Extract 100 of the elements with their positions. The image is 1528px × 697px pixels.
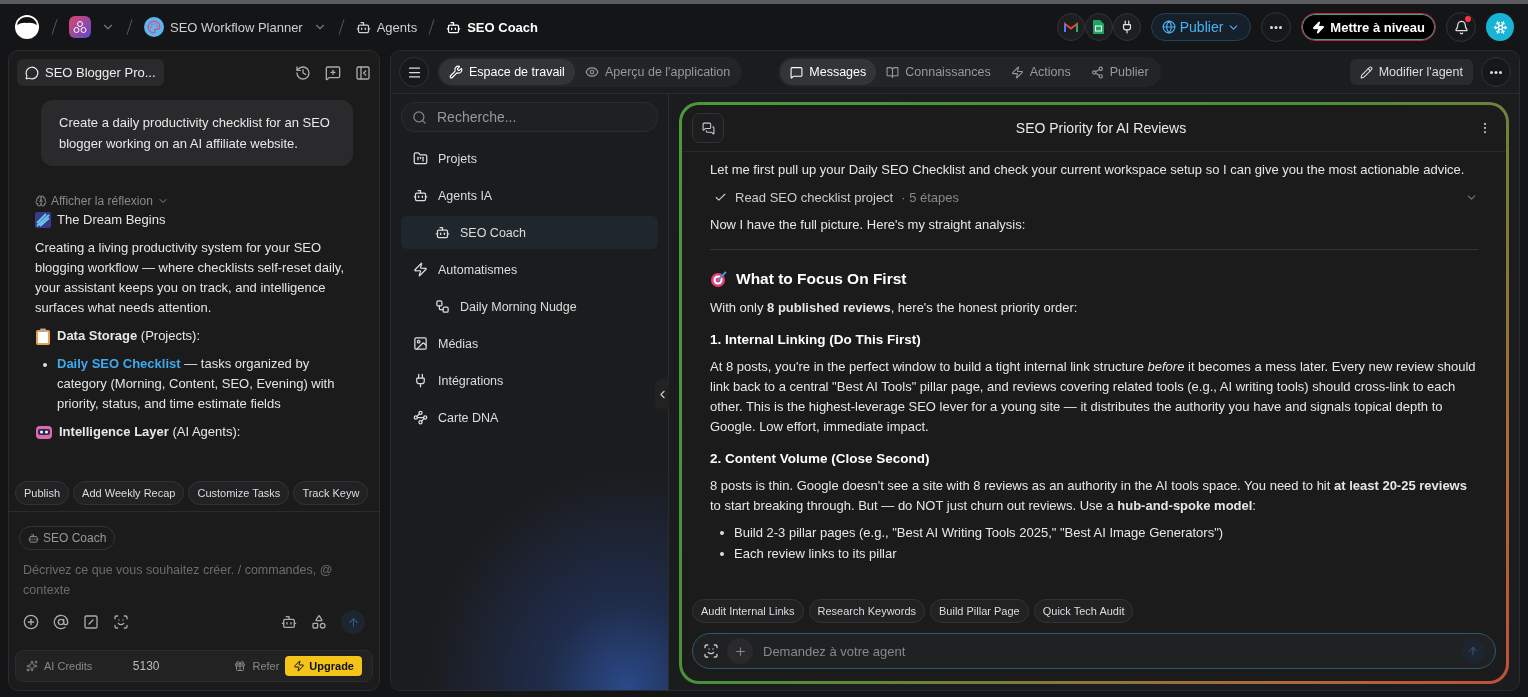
suggestion-chip[interactable]: Audit Internal Links xyxy=(692,599,804,623)
search-icon xyxy=(412,109,427,125)
new-chat-icon[interactable] xyxy=(325,64,341,81)
upgrade-button[interactable]: Mettre à niveau xyxy=(1301,13,1436,41)
book-icon xyxy=(886,65,900,79)
suggestion-chip[interactable]: Add Weekly Recap xyxy=(73,481,185,505)
bullet-dot xyxy=(43,363,47,367)
mention-icon[interactable] xyxy=(53,614,69,630)
conversations-button[interactable] xyxy=(692,113,724,143)
command-icon[interactable] xyxy=(83,614,99,630)
more-button[interactable] xyxy=(1481,57,1511,87)
plus-icon xyxy=(733,644,747,658)
nav-item[interactable]: Projets xyxy=(401,142,658,175)
nav-item[interactable]: Automatismes xyxy=(401,253,658,286)
notifications-button[interactable] xyxy=(1446,12,1476,42)
message-paragraph: With only 8 published reviews, here's the honest priority order: xyxy=(710,299,1079,317)
thinking-toggle[interactable]: Afficher la réflexion xyxy=(35,194,353,208)
composer-bar[interactable]: Demandez à votre agent xyxy=(692,633,1496,669)
view-tab[interactable]: Actions xyxy=(1000,59,1081,85)
more-icon xyxy=(1270,25,1283,29)
search-bar[interactable]: Recherche... xyxy=(401,102,658,132)
suggestion-chip[interactable]: Publish xyxy=(15,481,70,505)
lightning-icon xyxy=(1312,20,1326,34)
suggestion-chip[interactable]: Quick Tech Audit xyxy=(1033,599,1134,623)
message-field[interactable]: Demandez à votre agent xyxy=(761,642,1453,660)
image-icon xyxy=(413,336,428,351)
eye-icon xyxy=(584,65,599,79)
chat-title: SEO Priority for AI Reviews xyxy=(1014,120,1188,136)
collapse-button[interactable] xyxy=(655,379,669,409)
nav-item[interactable]: Médias xyxy=(401,327,658,360)
breadcrumb[interactable]: Agents xyxy=(355,19,418,35)
bullet-text: Daily SEO Checklist — tasks organized by category (Morning, Content, SEO, Evening) with priority, status, and time estimate fields xyxy=(57,355,336,413)
scan-icon[interactable] xyxy=(703,643,719,659)
logo-icon[interactable] xyxy=(14,14,40,40)
prompt-field[interactable]: Décrivez ce que vous souhaitez créer. / commandes, @ contexte xyxy=(19,560,369,600)
nav-item[interactable]: SEO Coach xyxy=(401,216,658,249)
checklist-link[interactable]: Daily SEO Checklist xyxy=(57,356,181,371)
suggestion-chip[interactable]: Track Keyw xyxy=(293,481,369,505)
mode-tab[interactable]: Aperçu de l'application xyxy=(574,59,741,85)
app-icon[interactable] xyxy=(69,16,91,38)
shapes-icon[interactable] xyxy=(311,614,327,630)
add-button[interactable] xyxy=(727,638,753,664)
list-item: Each review links to its pillar xyxy=(734,545,897,563)
more-button[interactable] xyxy=(1261,12,1292,42)
menu-button[interactable] xyxy=(399,57,429,87)
bot-icon xyxy=(435,225,450,240)
view-tab[interactable]: Messages xyxy=(780,59,877,85)
breadcrumb[interactable]: SEO Coach xyxy=(446,19,538,35)
refer-link[interactable]: Refer xyxy=(252,660,280,672)
palette-icon xyxy=(144,17,164,37)
bot-icon xyxy=(28,532,39,544)
spreadsheet-icon[interactable] xyxy=(1093,20,1105,34)
breadcrumb[interactable]: SEO Workflow Planner xyxy=(144,17,303,37)
scan-icon[interactable] xyxy=(113,614,129,630)
nav-item[interactable]: Intégrations xyxy=(401,364,658,397)
arrow-up-icon xyxy=(346,615,360,629)
sparkles-icon xyxy=(26,660,38,672)
folder-icon xyxy=(413,151,428,166)
message-title: The Dream Begins xyxy=(57,211,166,229)
pencil-icon xyxy=(1359,65,1373,79)
step-label[interactable]: Read SEO checklist project xyxy=(735,190,894,205)
nav-item[interactable]: Agents IA xyxy=(401,179,658,212)
bot-icon xyxy=(446,19,462,35)
suggestion-chip[interactable]: Build Pillar Page xyxy=(930,599,1029,623)
plug-icon xyxy=(413,373,428,388)
mode-tab[interactable]: Espace de travail xyxy=(439,59,575,85)
suggestion-chip[interactable]: Research Keywords xyxy=(808,599,925,623)
message-paragraph: 8 posts is thin. Google doesn't see a site with 8 reviews as an authority in the AI tools space. You need to hit at least 20-25 reviews to start breaking through. But — do NOT just churn out reviews. Use a hub-and-spoke model: xyxy=(710,477,1468,515)
bullet-dot xyxy=(720,531,724,535)
search-field[interactable]: Recherche... xyxy=(435,108,647,126)
message-paragraph: Creating a living productivity system for your SEO blogging workflow — where checklists self-reset daily, your assistant keeps you on track, and intelligence surfaces what needs attention. xyxy=(35,239,345,317)
credits-label: AI Credits xyxy=(44,660,93,672)
subheading: 1. Internal Linking (Do This First) xyxy=(710,332,922,347)
edit-agent-button[interactable]: Modifier l'agent xyxy=(1349,59,1473,85)
message-paragraph: At 8 posts, you're in the perfect window to build a tight internal link structure before it becomes a mess later. Every new review should link back to a central "Best AI Tools" pillar page, and reviews covering related tools (e.g., AI writing tools) should cross-link to each other. This is the highest-leverage SEO lever for a young site — it distributes the authority you have and signals topical depth to Google. Low effort, immediate impact. xyxy=(710,358,1477,436)
nav-item[interactable]: Carte DNA xyxy=(401,401,658,434)
panel-icon[interactable] xyxy=(355,64,371,81)
step-meta: · 5 étapes xyxy=(901,190,960,205)
upgrade-button[interactable]: Upgrade xyxy=(285,656,362,676)
subheading: 2. Content Volume (Close Second) xyxy=(710,451,931,466)
mail-icon[interactable] xyxy=(1063,21,1078,33)
publish-button[interactable]: Publier xyxy=(1150,13,1252,41)
section-heading: What to Focus On First xyxy=(736,270,907,288)
add-icon[interactable] xyxy=(23,614,39,630)
section-heading: Intelligence Layer (AI Agents): xyxy=(59,423,241,441)
view-tab[interactable]: Publier xyxy=(1080,59,1159,85)
message-icon xyxy=(790,65,804,79)
avatar[interactable] xyxy=(1486,13,1514,41)
view-tab[interactable]: Connaissances xyxy=(876,59,1001,85)
history-icon[interactable] xyxy=(295,64,311,81)
bot-icon[interactable] xyxy=(281,614,297,630)
message-paragraph: Let me first pull up your Daily SEO Checklist and check your current workspace setup so I can give you the most actionable advice. xyxy=(710,161,1466,179)
conversation-button[interactable]: SEO Blogger Pro... xyxy=(17,59,164,86)
nav-item[interactable]: Daily Morning Nudge xyxy=(401,290,658,323)
suggestion-chip[interactable]: Customize Tasks xyxy=(188,481,290,505)
waypoints-icon xyxy=(413,410,428,425)
section-heading: Data Storage (Projects): xyxy=(57,327,201,345)
messages-icon xyxy=(701,121,715,135)
comet-icon xyxy=(35,212,51,228)
lightning-icon xyxy=(1010,65,1024,79)
